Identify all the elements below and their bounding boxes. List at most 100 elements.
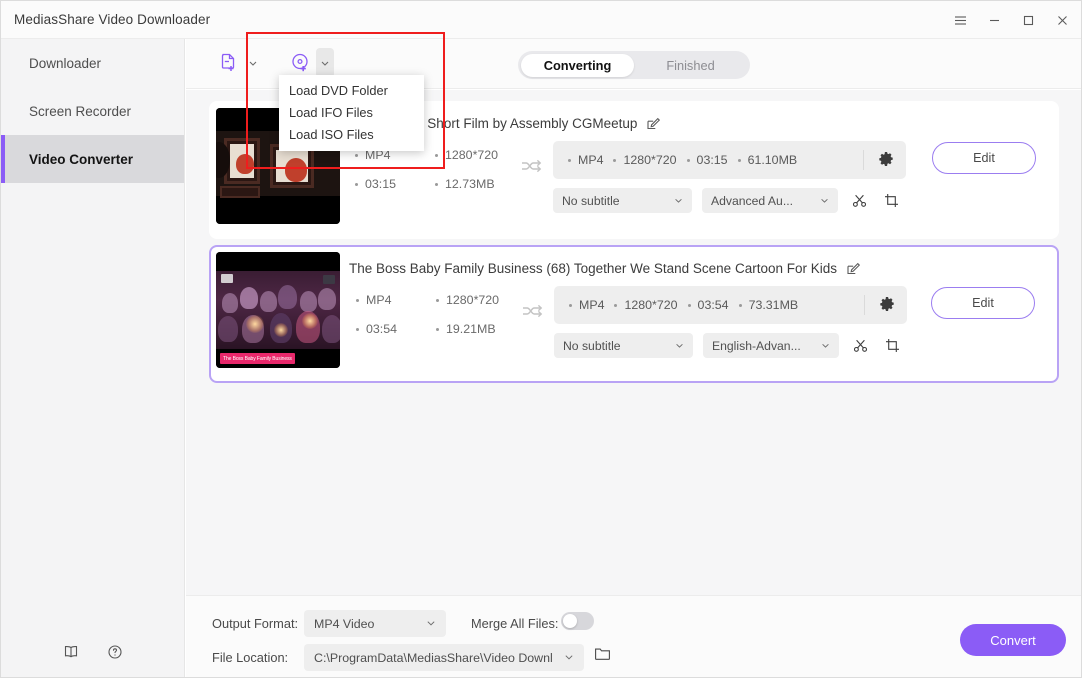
output-duration-value: 03:54 [698,298,729,312]
edit-button-label: Edit [973,151,995,165]
folder-icon[interactable] [594,645,611,662]
cut-icon[interactable] [848,190,870,212]
gear-icon[interactable] [879,296,895,312]
close-button[interactable] [1045,5,1079,35]
sidebar-item-video-converter[interactable]: Video Converter [1,135,184,183]
crop-icon[interactable] [881,335,903,357]
sidebar: Downloader Screen Recorder Video Convert… [1,39,185,678]
video-thumbnail: The Boss Baby Family Business [216,252,340,368]
chevron-down-icon [674,196,683,205]
add-file-icon[interactable] [214,47,244,79]
source-size: 19.21MB [436,322,526,336]
output-settings-bar[interactable]: MP4 1280*720 03:54 73.31MB [554,286,907,324]
track-selectors: No subtitle Advanced Au... [553,188,902,213]
bottom-bar: Output Format: MP4 Video Merge All Files… [186,595,1082,678]
tab-finished[interactable]: Finished [634,54,747,77]
output-resolution: 1280*720 [614,298,677,312]
shuffle-icon [521,302,545,322]
cut-icon[interactable] [849,335,871,357]
source-size: 12.73MB [435,177,525,191]
source-resolution: 1280*720 [435,148,525,162]
gear-icon[interactable] [878,151,894,167]
divider [864,295,865,315]
source-duration: 03:15 [355,177,435,191]
source-resolution: 1280*720 [436,293,526,307]
add-file-group[interactable] [214,47,262,79]
convert-button[interactable]: Convert [960,624,1066,656]
audio-value: English-Advan... [712,339,801,353]
output-format: MP4 [568,153,603,167]
chevron-down-icon [564,651,574,665]
file-location-value: C:\ProgramData\MediasShare\Video Downloa [314,651,552,665]
menu-item-label: Load DVD Folder [289,83,388,98]
crop-icon[interactable] [880,190,902,212]
rename-icon[interactable] [846,262,860,276]
video-title-row: The Boss Baby Family Business (68) Toget… [349,261,860,276]
source-duration-value: 03:54 [366,322,397,336]
menu-item-load-ifo-files[interactable]: Load IFO Files [279,101,424,123]
output-duration-value: 03:15 [697,153,728,167]
output-resolution-value: 1280*720 [624,298,677,312]
menu-button[interactable] [943,5,977,35]
output-resolution-value: 1280*720 [623,153,676,167]
sidebar-item-downloader[interactable]: Downloader [1,39,184,87]
output-settings-bar[interactable]: MP4 1280*720 03:15 61.10MB [553,141,906,179]
menu-item-label: Load IFO Files [289,105,373,120]
tab-converting[interactable]: Converting [521,54,634,77]
tab-label: Finished [666,58,714,73]
output-duration: 03:15 [687,153,728,167]
output-size: 61.10MB [738,153,798,167]
source-size-value: 12.73MB [445,177,495,191]
menu-item-load-iso-files[interactable]: Load ISO Files [279,123,424,145]
output-format-select[interactable]: MP4 Video [304,610,446,637]
title-bar: MediasShare Video Downloader [1,1,1082,39]
subtitle-value: No subtitle [563,339,621,353]
edit-button[interactable]: Edit [932,142,1036,174]
output-format-label: Output Format: [212,616,298,631]
maximize-button[interactable] [1011,5,1045,35]
output-format: MP4 [569,298,604,312]
dvd-dropdown-menu: Load DVD Folder Load IFO Files Load ISO … [279,75,424,151]
menu-item-label: Load ISO Files [289,127,374,142]
sidebar-item-label: Video Converter [29,152,133,167]
source-size-value: 19.21MB [446,322,496,336]
application-window: MediasShare Video Downloader Download [0,0,1082,678]
source-duration: 03:54 [356,322,436,336]
merge-files-toggle[interactable] [561,612,594,630]
minimize-button[interactable] [977,5,1011,35]
video-card[interactable]: The Boss Baby Family Business The Boss B… [209,245,1059,383]
output-duration: 03:54 [688,298,729,312]
track-selectors: No subtitle English-Advan... [554,333,903,358]
chevron-down-icon[interactable] [244,48,262,78]
output-size-value: 73.31MB [749,298,799,312]
tab-group: Converting Finished [518,51,750,79]
video-title: The Boss Baby Family Business (68) Toget… [349,261,837,276]
subtitle-select[interactable]: No subtitle [554,333,693,358]
output-resolution: 1280*720 [613,153,676,167]
edit-button[interactable]: Edit [931,287,1035,319]
chevron-down-icon[interactable] [316,48,334,78]
help-icon[interactable] [107,644,123,660]
shuffle-icon [520,157,544,177]
edit-button-label: Edit [972,296,994,310]
window-controls [943,1,1079,39]
rename-icon[interactable] [646,117,660,131]
file-location-select[interactable]: C:\ProgramData\MediasShare\Video Downloa [304,644,584,671]
subtitle-select[interactable]: No subtitle [553,188,692,213]
output-format-value: MP4 [579,298,604,312]
book-icon[interactable] [63,644,79,660]
audio-select[interactable]: Advanced Au... [702,188,838,213]
chevron-down-icon [675,341,684,350]
source-resolution-value: 1280*720 [446,293,499,307]
source-format: MP4 [356,293,436,307]
source-resolution-value: 1280*720 [445,148,498,162]
tab-label: Converting [544,58,612,73]
source-duration-value: 03:15 [365,177,396,191]
chevron-down-icon [821,341,830,350]
merge-files-label: Merge All Files: [471,616,558,631]
menu-item-load-dvd-folder[interactable]: Load DVD Folder [279,79,424,101]
audio-value: Advanced Au... [711,194,793,208]
audio-select[interactable]: English-Advan... [703,333,839,358]
sidebar-item-screen-recorder[interactable]: Screen Recorder [1,87,184,135]
sidebar-footer [1,644,185,660]
